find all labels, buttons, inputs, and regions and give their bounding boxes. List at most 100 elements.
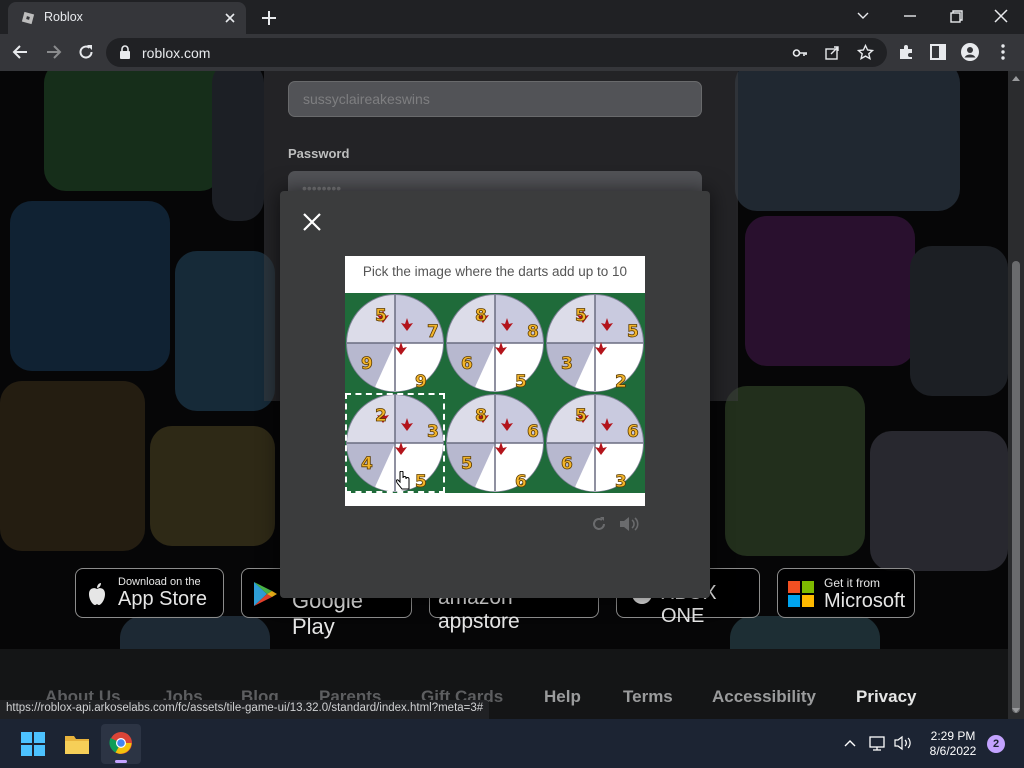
tab-title: Roblox	[44, 10, 83, 24]
notification-badge[interactable]: 2	[987, 735, 1005, 753]
dartboard-image: 8 8 6 5	[446, 294, 544, 392]
chrome-taskbar-button[interactable]	[101, 724, 141, 764]
captcha-grid: 5 7 9 9 8 8 6 5 5 5 3 2 2 3 4 5 8 6 5 6 5 6 6 3	[345, 293, 645, 493]
status-url-bubble: https://roblox-api.arkoselabs.com/fc/ass…	[0, 700, 490, 719]
page-scrollbar[interactable]	[1008, 71, 1024, 719]
tray-chevron-up-icon[interactable]	[843, 738, 857, 748]
dart-score-number: 3	[615, 472, 627, 492]
footer-link-terms[interactable]: Terms	[623, 687, 673, 707]
captcha-tile-5[interactable]: 8 6 5 6	[445, 393, 545, 493]
scroll-thumb[interactable]	[1012, 261, 1020, 713]
footer-link-accessibility[interactable]: Accessibility	[712, 687, 816, 707]
scroll-down-arrow-icon[interactable]	[1011, 707, 1021, 715]
dartboard-image: 5 7 9 9	[346, 294, 444, 392]
chrome-icon	[109, 732, 132, 754]
dartboard-image: 5 6 6 3	[546, 394, 644, 492]
dart-score-number: 5	[515, 372, 527, 392]
captcha-card: Pick the image where the darts add up to…	[345, 256, 645, 506]
network-icon[interactable]	[869, 735, 887, 751]
hand-cursor-icon	[396, 471, 410, 490]
scroll-up-arrow-icon[interactable]	[1011, 74, 1021, 82]
lock-icon[interactable]	[118, 45, 132, 60]
bookmark-star-icon[interactable]	[857, 44, 874, 61]
google-play-icon	[254, 582, 277, 606]
app-store-badge[interactable]: Download on the App Store	[75, 568, 224, 618]
dart-score-number: 9	[361, 354, 373, 374]
profile-avatar-icon[interactable]	[960, 42, 980, 62]
username-value: sussyclaireakeswins	[303, 91, 430, 107]
dart-score-number: 9	[415, 372, 427, 392]
tab-search-chevron-icon[interactable]	[849, 4, 877, 28]
apple-logo-icon	[89, 583, 105, 605]
restore-icon[interactable]	[942, 4, 970, 28]
audio-speaker-icon[interactable]	[618, 515, 640, 533]
dart-score-number: 8	[475, 306, 487, 326]
captcha-tile-1[interactable]: 5 7 9 9	[345, 293, 445, 393]
dart-score-number: 6	[627, 422, 639, 442]
key-icon[interactable]	[792, 45, 808, 61]
dart-score-number: 2	[375, 406, 387, 426]
active-app-indicator	[115, 760, 127, 763]
dart-score-number: 5	[461, 454, 473, 474]
microsoft-store-badge[interactable]: Get it from Microsoft	[777, 568, 915, 618]
windows-taskbar: 2:29 PM 8/6/2022 2	[0, 719, 1024, 768]
captcha-tile-2[interactable]: 8 8 6 5	[445, 293, 545, 393]
captcha-tile-6[interactable]: 5 6 6 3	[545, 393, 645, 493]
dart-score-number: 3	[427, 422, 439, 442]
menu-kebab-icon[interactable]	[993, 42, 1013, 62]
microsoft-big-text: Microsoft	[824, 590, 906, 612]
close-window-icon[interactable]	[987, 4, 1015, 28]
close-icon[interactable]	[300, 210, 324, 234]
dart-score-number: 4	[361, 454, 373, 474]
dart-score-number: 8	[475, 406, 487, 426]
captcha-tile-3[interactable]: 5 5 3 2	[545, 293, 645, 393]
footer-link-help[interactable]: Help	[544, 687, 581, 707]
roblox-page: sussyclaireakeswins Password •••••••• Do…	[0, 71, 1008, 719]
url-text: roblox.com	[142, 45, 211, 61]
username-field[interactable]: sussyclaireakeswins	[288, 81, 702, 117]
dart-score-number: 5	[415, 472, 427, 492]
taskbar-clock[interactable]: 2:29 PM 8/6/2022	[918, 729, 988, 759]
captcha-tile-4[interactable]: 2 3 4 5	[345, 393, 445, 493]
extensions-puzzle-icon[interactable]	[896, 42, 916, 62]
address-bar[interactable]: roblox.com	[106, 38, 887, 67]
dart-score-number: 5	[575, 406, 587, 426]
reload-page-icon[interactable]	[76, 42, 96, 62]
captcha-modal: Pick the image where the darts add up to…	[280, 191, 710, 598]
tab-close-icon[interactable]	[222, 10, 238, 26]
side-panel-icon[interactable]	[928, 42, 948, 62]
app-store-big-text: App Store	[118, 588, 207, 610]
refresh-icon[interactable]	[590, 515, 608, 533]
browser-titlebar: Roblox	[0, 0, 1024, 34]
windows-start-icon[interactable]	[20, 731, 46, 757]
password-label: Password	[288, 146, 350, 161]
dart-score-number: 6	[561, 454, 573, 474]
clock-date: 8/6/2022	[929, 744, 977, 758]
dartboard-image: 8 6 5 6	[446, 394, 544, 492]
share-icon[interactable]	[824, 44, 841, 61]
dart-score-number: 5	[375, 306, 387, 326]
roblox-favicon-icon	[21, 11, 35, 25]
clock-time: 2:29 PM	[930, 729, 976, 743]
forward-icon[interactable]	[43, 42, 63, 62]
app-store-small-text: Download on the	[118, 576, 201, 588]
footer-link-privacy[interactable]: Privacy	[856, 687, 917, 707]
volume-icon[interactable]	[893, 735, 913, 751]
dart-score-number: 6	[527, 422, 539, 442]
microsoft-logo-icon	[788, 581, 814, 607]
new-tab-icon[interactable]	[258, 7, 280, 29]
file-explorer-icon[interactable]	[64, 731, 90, 757]
browser-toolbar: roblox.com	[0, 34, 1024, 71]
dart-score-number: 6	[515, 472, 527, 492]
back-icon[interactable]	[11, 42, 31, 62]
minimize-icon[interactable]	[896, 4, 924, 28]
dart-score-number: 6	[461, 354, 473, 374]
browser-tab[interactable]: Roblox	[8, 2, 246, 34]
dart-score-number: 5	[627, 322, 639, 342]
dart-score-number: 3	[561, 354, 573, 374]
dart-score-number: 8	[527, 322, 539, 342]
dartboard-image: 5 5 3 2	[546, 294, 644, 392]
dart-score-number: 2	[615, 372, 627, 392]
dart-score-number: 5	[575, 306, 587, 326]
microsoft-small-text: Get it from	[824, 576, 881, 590]
